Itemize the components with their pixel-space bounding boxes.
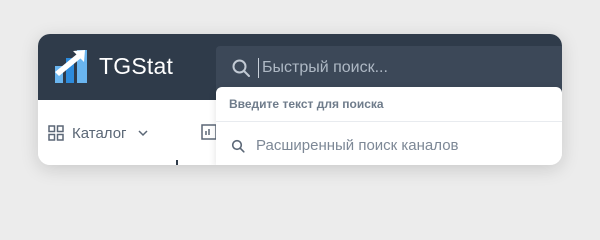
advanced-search-label: Расширенный поиск каналов [256,137,459,154]
catalog-menu[interactable]: Каталог [48,122,149,144]
search-hint: Введите текст для поиска [229,97,384,111]
grid-icon [48,125,64,141]
search-icon [232,59,250,77]
brand-name[interactable]: TGStat [99,52,173,80]
dropdown-divider [216,121,562,122]
divider-mark [176,160,178,165]
advanced-search-link[interactable]: Расширенный поиск каналов [231,137,459,154]
app-window: TGStat Каталог [38,34,562,165]
search-input[interactable] [256,55,552,81]
catalog-label: Каталог [72,124,127,142]
bar-chart-icon[interactable] [201,124,217,140]
tgstat-logo-icon[interactable] [55,49,89,83]
page-background: TGStat Каталог [0,0,600,200]
search-dropdown: Введите текст для поиска Расширенный пои… [216,87,562,165]
search-icon [231,139,245,153]
search-box[interactable] [216,46,562,89]
chevron-down-icon [138,130,148,137]
